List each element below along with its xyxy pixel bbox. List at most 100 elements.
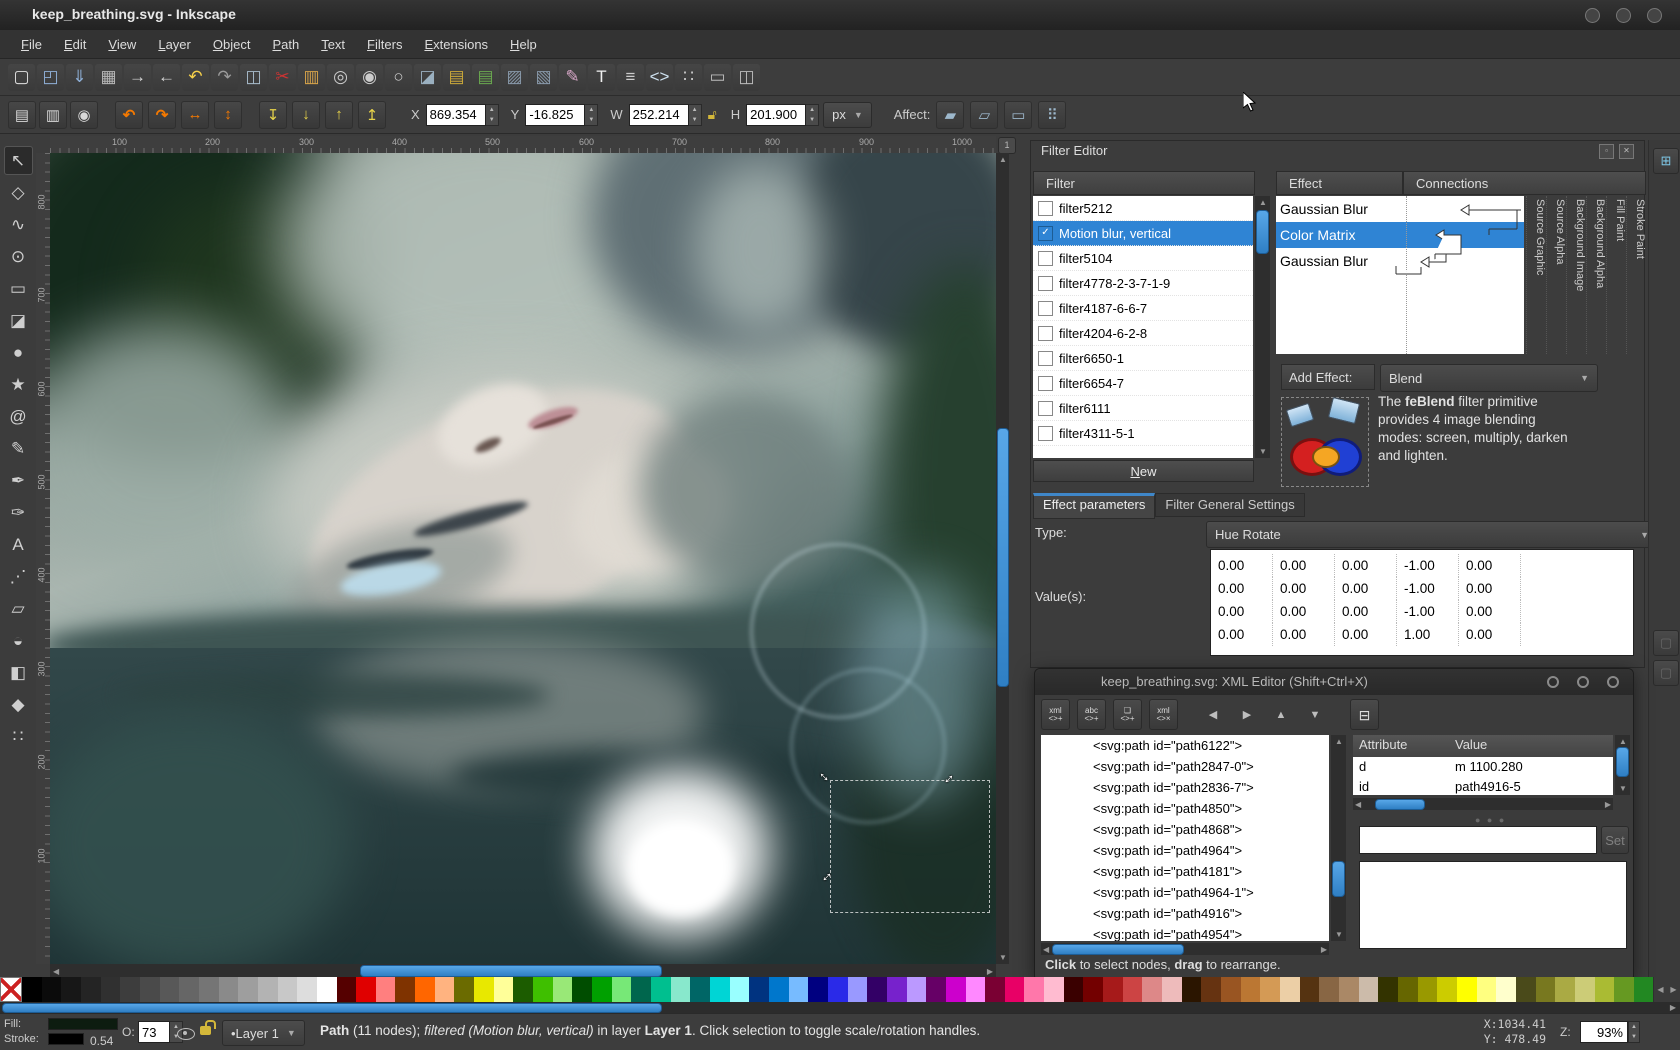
node-tool[interactable]: ◇ xyxy=(4,178,33,207)
palette-swatch[interactable] xyxy=(42,977,62,1002)
filter-checkbox[interactable] xyxy=(1038,201,1053,216)
palette-swatch[interactable] xyxy=(1575,977,1595,1002)
scroll-right-icon[interactable]: ▶ xyxy=(987,967,993,976)
palette-swatch[interactable] xyxy=(415,977,435,1002)
xml-editor-icon[interactable]: <> xyxy=(646,64,673,91)
xml-node[interactable]: <svg:path id="path4964"> xyxy=(1041,840,1329,861)
palette-right-icon[interactable]: ▶ xyxy=(1670,985,1676,994)
gradient-tool[interactable]: ◧ xyxy=(4,658,33,687)
palette-swatch[interactable] xyxy=(867,977,887,1002)
move-node-up-icon[interactable]: ▲ xyxy=(1269,703,1293,727)
connection-source-label[interactable]: Source Alpha xyxy=(1546,196,1566,354)
palette-swatch[interactable] xyxy=(494,977,514,1002)
new-text-node-icon[interactable]: abc<>+ xyxy=(1077,699,1106,730)
rectangle-tool[interactable]: ▭ xyxy=(4,274,33,303)
rotate-ccw-icon[interactable]: ↶ xyxy=(115,101,143,129)
connection-source-label[interactable]: Background Alpha xyxy=(1586,196,1606,354)
new-filter-button[interactable]: New xyxy=(1033,460,1254,482)
palette-swatch[interactable] xyxy=(828,977,848,1002)
palette-swatch[interactable] xyxy=(808,977,828,1002)
ellipse-tool[interactable]: ● xyxy=(4,338,33,367)
minimize-button[interactable] xyxy=(1585,8,1600,23)
palette-swatch[interactable] xyxy=(1378,977,1398,1002)
palette-swatch[interactable] xyxy=(1241,977,1261,1002)
connection-source-label[interactable]: Stroke Paint xyxy=(1626,196,1646,354)
layers-dialog-icon[interactable]: ≡ xyxy=(617,64,644,91)
xml-tree-hthumb[interactable] xyxy=(1052,944,1184,955)
spray-tool[interactable]: ⋰ xyxy=(4,562,33,591)
h-input[interactable] xyxy=(746,104,806,126)
palette-scroll-thumb[interactable] xyxy=(2,1003,662,1013)
import-icon[interactable]: → xyxy=(124,64,151,91)
value-header-cell[interactable]: Value xyxy=(1449,735,1493,757)
palette-swatch[interactable] xyxy=(1437,977,1457,1002)
delete-node-icon[interactable]: xml<>× xyxy=(1149,699,1178,730)
palette-swatch[interactable] xyxy=(219,977,239,1002)
open-document-icon[interactable]: ◰ xyxy=(37,64,64,91)
palette-swatch[interactable] xyxy=(238,977,258,1002)
attribute-value-input[interactable] xyxy=(1359,826,1597,854)
palette-swatch[interactable] xyxy=(317,977,337,1002)
select-touch-icon[interactable]: ▤ xyxy=(8,101,36,129)
scroll-down-icon[interactable]: ▼ xyxy=(1335,930,1343,939)
star-tool[interactable]: ★ xyxy=(4,370,33,399)
xml-node[interactable]: <svg:path id="path4916"> xyxy=(1041,903,1329,924)
palette-swatch[interactable] xyxy=(1457,977,1477,1002)
eraser-tool[interactable]: ▱ xyxy=(4,594,33,623)
y-input[interactable] xyxy=(525,104,585,126)
palette-swatch[interactable] xyxy=(631,977,651,1002)
menu-item[interactable]: Path xyxy=(261,33,310,56)
zoom-spinner[interactable]: ▲▼ xyxy=(1628,1021,1640,1043)
matrix-cell[interactable]: 0.00 xyxy=(1459,577,1521,600)
palette-swatch[interactable] xyxy=(1614,977,1634,1002)
palette-swatch[interactable] xyxy=(1536,977,1556,1002)
filter-checkbox[interactable]: ✓ xyxy=(1038,226,1053,241)
rotate-cw-icon[interactable]: ↷ xyxy=(148,101,176,129)
palette-swatch[interactable] xyxy=(671,977,691,1002)
xml-node[interactable]: <svg:path id="path2847-0"> xyxy=(1041,756,1329,777)
palette-swatch[interactable] xyxy=(278,977,298,1002)
palette-swatch[interactable] xyxy=(1516,977,1536,1002)
clone-icon[interactable]: ▤ xyxy=(443,64,470,91)
palette-swatch[interactable] xyxy=(1359,977,1379,1002)
palette-swatch[interactable] xyxy=(1300,977,1320,1002)
snap-option-icon[interactable]: ▢ xyxy=(1653,630,1679,656)
flip-horizontal-icon[interactable]: ↔ xyxy=(181,101,209,129)
matrix-cell[interactable]: 0.00 xyxy=(1273,600,1335,623)
affect-corners-icon[interactable]: ▭ xyxy=(1004,101,1032,129)
lower-to-bottom-icon[interactable]: ↧ xyxy=(259,101,287,129)
xml-tree-vscrollbar[interactable]: ▲ ▼ xyxy=(1331,735,1346,941)
layer-dropdown[interactable]: •Layer 1▼ xyxy=(222,1020,305,1046)
raise-to-top-icon[interactable]: ↥ xyxy=(358,101,386,129)
filter-checkbox[interactable] xyxy=(1038,326,1053,341)
palette-swatch[interactable] xyxy=(946,977,966,1002)
attribute-value-textarea[interactable] xyxy=(1359,861,1627,949)
palette-scrollbar[interactable]: ▶ xyxy=(0,1002,1680,1013)
xml-node[interactable]: <svg:path id="path2836-7"> xyxy=(1041,777,1329,798)
export-icon[interactable]: ← xyxy=(153,64,180,91)
palette-swatch[interactable] xyxy=(1201,977,1221,1002)
filter-list-item[interactable]: filter5104 xyxy=(1033,246,1253,271)
filter-scroll-thumb[interactable] xyxy=(1256,210,1269,254)
palette-swatch[interactable] xyxy=(572,977,592,1002)
menu-item[interactable]: Edit xyxy=(53,33,97,56)
fill-stroke-icon[interactable]: ✎ xyxy=(559,64,586,91)
palette-swatch[interactable] xyxy=(1024,977,1044,1002)
palette-swatch[interactable] xyxy=(160,977,180,1002)
scroll-left-icon[interactable]: ◀ xyxy=(1043,945,1049,954)
w-input[interactable] xyxy=(629,104,689,126)
print-icon[interactable]: ▦ xyxy=(95,64,122,91)
palette-swatch[interactable] xyxy=(612,977,632,1002)
xml-node[interactable]: <svg:path id="path4954"> xyxy=(1041,924,1329,941)
palette-swatch[interactable] xyxy=(1182,977,1202,1002)
selection-marquee[interactable] xyxy=(830,780,990,913)
palette-swatch[interactable] xyxy=(1280,977,1300,1002)
palette-swatch[interactable] xyxy=(789,977,809,1002)
h-spinner[interactable]: ▲▼ xyxy=(806,104,819,126)
palette-swatch[interactable] xyxy=(533,977,553,1002)
palette-swatch[interactable] xyxy=(848,977,868,1002)
palette-swatch[interactable] xyxy=(1634,977,1654,1002)
connection-source-label[interactable]: Background Image xyxy=(1566,196,1586,354)
palette-swatch[interactable] xyxy=(749,977,769,1002)
effect-column-header[interactable]: Effect xyxy=(1276,171,1403,195)
